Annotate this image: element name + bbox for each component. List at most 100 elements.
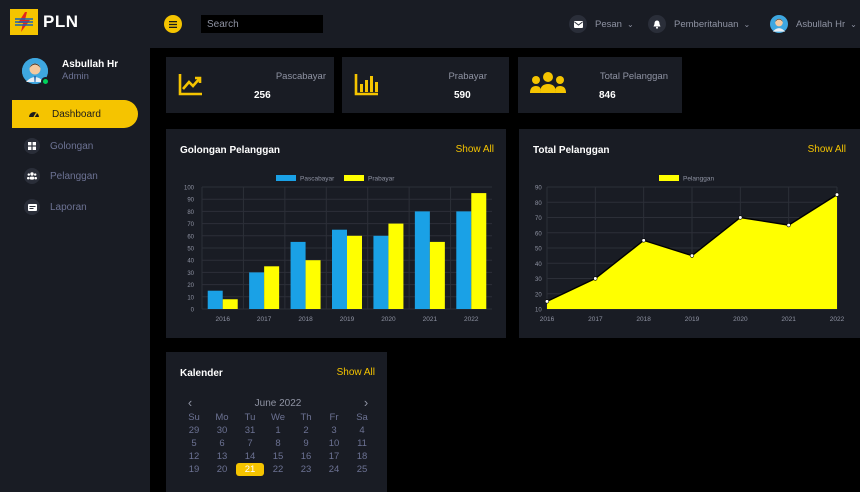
calendar-day[interactable]: 2 [292,424,320,437]
x-tick-label: 2016 [215,316,230,323]
sidebar-item-golongan[interactable]: Golongan [0,132,150,160]
y-tick-label: 20 [535,292,542,298]
y-tick-label: 100 [184,186,195,192]
legend-swatch-pelanggan [659,175,679,181]
y-tick-label: 60 [187,234,194,240]
calendar-day[interactable]: 4 [348,424,376,437]
sidebar-item-label: Laporan [50,201,87,213]
legend-label: Pelanggan [683,176,714,183]
notifications-label: Pemberitahuan [674,18,739,30]
brand-name: PLN [43,12,79,31]
bar-prabayar-2022 [471,193,487,309]
next-month-button[interactable]: › [356,396,376,409]
user-dropdown[interactable]: Asbullah Hr ⌄ [770,15,857,33]
calendar-day[interactable]: 19 [180,463,208,476]
golongan-pelanggan-card: Golongan Pelanggan Show All 0 10 20 30 40 50 6… [166,129,506,338]
menu-toggle-button[interactable] [164,15,182,33]
brand[interactable]: PLN [10,9,79,35]
sidebar-item-dashboard[interactable]: Dashboard [12,100,138,128]
calendar-day[interactable]: 16 [292,450,320,463]
calendar-day[interactable]: 11 [348,437,376,450]
sidebar-item-laporan[interactable]: Laporan [0,193,150,221]
chevron-down-icon: ⌄ [626,19,634,29]
sidebar-item-label: Pelanggan [50,170,98,182]
calendar-day[interactable]: 24 [320,463,348,476]
legend-swatch-pascabayar [276,175,296,181]
menu-icon [169,20,177,28]
y-tick-label: 90 [535,186,542,192]
stat-label: Pascabayar [275,71,326,82]
calendar-day[interactable]: 29 [180,424,208,437]
bar-prabayar-2021 [429,241,445,309]
weekday-label: We [270,412,286,423]
calendar-day[interactable]: 8 [264,437,292,450]
calendar-day[interactable]: 25 [348,463,376,476]
total-pelanggan-card: Total Pelanggan Show All 10 20 30 40 50 60 70 8… [519,129,860,338]
point-pelanggan-2018 [641,238,646,243]
weekday-label: Sa [356,412,368,423]
y-tick-label: 50 [187,247,194,253]
messages-dropdown[interactable]: Pesan ⌄ [569,15,634,33]
total-pelanggan-area-chart: 10 20 30 40 50 60 70 80 90 2016 2017 2018 2019 2020 20… [535,175,845,323]
calendar-day[interactable]: 30 [208,424,236,437]
bar-prabayar-2019 [347,235,362,309]
user-name: Asbullah Hr [62,59,119,70]
x-tick-label: 2018 [636,316,651,323]
y-tick-label: 70 [187,222,194,228]
bar-pascabayar-2019 [332,229,347,309]
y-tick-label: 90 [187,198,194,204]
point-pelanggan-2020 [738,215,743,220]
calendar-day[interactable]: 7 [236,437,264,450]
calendar-day[interactable]: 23 [292,463,320,476]
report-icon [24,199,40,215]
y-tick-label: 10 [535,308,542,314]
calendar-day[interactable]: 12 [180,450,208,463]
calendar-day[interactable]: 22 [264,463,292,476]
prev-month-button[interactable]: ‹ [180,396,200,409]
calendar-day[interactable]: 3 [320,424,348,437]
stat-label: Total Pelanggan [599,71,668,82]
search-input[interactable] [201,15,323,33]
notifications-dropdown[interactable]: Pemberitahuan ⌄ [648,15,750,33]
calendar-day[interactable]: 15 [264,450,292,463]
calendar-days: 29 30 31 1 2 3 4 5 6 7 8 9 10 11 12 13 14 15 16 17 18 19 20 21 2… [180,424,376,476]
calendar-month: June 2022 [254,398,302,409]
sidebar-item-label: Dashboard [52,108,101,120]
topbar: Pesan ⌄ Pemberitahuan ⌄ Asbullah Hr ⌄ [150,0,860,48]
calendar-day[interactable]: 5 [180,437,208,450]
calendar-day[interactable]: 14 [236,450,264,463]
show-all-link[interactable]: Show All [337,367,375,378]
bar-chart-icon [354,72,380,101]
calendar-day[interactable]: 13 [208,450,236,463]
calendar-day[interactable]: 31 [236,424,264,437]
x-tick-label: 2019 [340,316,355,323]
y-tick-label: 30 [535,277,542,283]
bar-prabayar-2016 [222,299,238,309]
y-tick-label: 70 [535,216,542,222]
calendar-day[interactable]: 20 [208,463,236,476]
calendar-day[interactable]: 9 [292,437,320,450]
weekday-label: Th [300,412,312,423]
grid-icon [24,138,40,154]
weekday-label: Mo [215,412,229,423]
mail-icon [569,15,587,33]
stat-card-total-pelanggan: Total Pelanggan 846 [518,57,682,113]
x-tick-label: 2021 [423,316,438,323]
golongan-bar-chart: 0 10 20 30 40 50 60 70 80 90 100 2016 2017 2018 2019 20… [184,175,492,323]
point-pelanggan-2016 [544,299,550,304]
sidebar-item-pelanggan[interactable]: Pelanggan [0,162,150,190]
user-profile[interactable]: Asbullah Hr Admin [22,58,119,86]
y-tick-label: 20 [187,283,194,289]
calendar-day[interactable]: 21 [236,463,264,476]
calendar-day[interactable]: 1 [264,424,292,437]
chevron-down-icon: ⌄ [850,19,857,29]
calendar-day[interactable]: 17 [320,450,348,463]
calendar-day[interactable]: 18 [348,450,376,463]
y-tick-label: 10 [187,295,194,301]
bar-prabayar-2020 [388,223,404,309]
stat-label: Prabayar [448,71,487,82]
calendar-day[interactable]: 10 [320,437,348,450]
avatar [22,58,50,86]
calendar-day[interactable]: 6 [208,437,236,450]
stat-value: 590 [454,90,471,101]
